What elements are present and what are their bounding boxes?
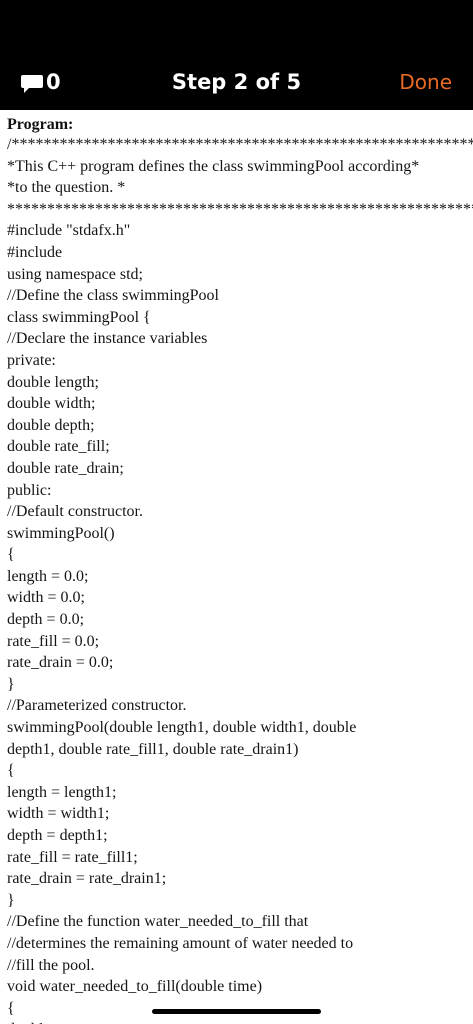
code-line: class swimmingPool {	[7, 308, 151, 326]
code-line: ****************************************…	[7, 200, 473, 218]
code-line: rate_drain = rate_drain1;	[7, 870, 167, 888]
code-line: double width;	[7, 395, 96, 413]
solution-content[interactable]: Program: /******************************…	[0, 110, 473, 1024]
code-line: width = width1;	[7, 805, 110, 823]
code-line: {	[7, 546, 15, 564]
code-line: {	[7, 762, 15, 780]
code-line: using namespace std;	[7, 265, 143, 283]
code-line: private:	[7, 351, 56, 369]
code-line: //fill the pool.	[7, 956, 95, 974]
code-line: depth = 0.0;	[7, 611, 85, 629]
code-line: #include	[7, 243, 63, 261]
code-line: #include "stdafx.h"	[7, 222, 131, 240]
code-line: depth1, double rate_fill1, double rate_d…	[7, 740, 299, 758]
code-line: double rate_fill;	[7, 438, 110, 456]
code-line: public:	[7, 481, 52, 499]
code-line: swimmingPool(double length1, double widt…	[7, 719, 357, 737]
code-line: }	[7, 675, 15, 693]
code-line: //Default constructor.	[7, 503, 143, 521]
code-line: length = 0.0;	[7, 567, 89, 585]
program-heading: Program:	[7, 116, 74, 133]
code-line: *This C++ program defines the class swim…	[7, 157, 420, 175]
code-line: //Define the class swimmingPool	[7, 287, 219, 305]
code-line: double depth;	[7, 416, 95, 434]
code-listing: /***************************************…	[7, 134, 473, 1024]
code-line: //determines the remaining amount of wat…	[7, 934, 354, 952]
code-line: }	[7, 891, 15, 909]
home-indicator[interactable]	[152, 1009, 321, 1014]
done-button[interactable]: Done	[399, 68, 452, 96]
code-line: double rate_drain;	[7, 459, 124, 477]
code-line: rate_fill = rate_fill1;	[7, 848, 138, 866]
code-line: //Declare the instance variables	[7, 330, 208, 348]
code-line: //Parameterized constructor.	[7, 697, 187, 715]
code-line: rate_drain = 0.0;	[7, 654, 114, 672]
code-line: double	[7, 1019, 473, 1024]
top-navigation-bar: 0 Step 2 of 5 Done	[0, 0, 473, 110]
code-line: /***************************************…	[7, 136, 473, 153]
code-line: void water_needed_to_fill(double time)	[7, 978, 263, 996]
code-line: depth = depth1;	[7, 827, 108, 844]
code-line: length = length1;	[7, 783, 117, 801]
code-line: swimmingPool()	[7, 524, 115, 542]
code-line: *to the question. *	[7, 179, 126, 197]
code-line: width = 0.0;	[7, 589, 85, 607]
code-line: rate_fill = 0.0;	[7, 632, 100, 650]
code-line: double length;	[7, 373, 99, 391]
code-line: //Define the function water_needed_to_fi…	[7, 913, 309, 931]
